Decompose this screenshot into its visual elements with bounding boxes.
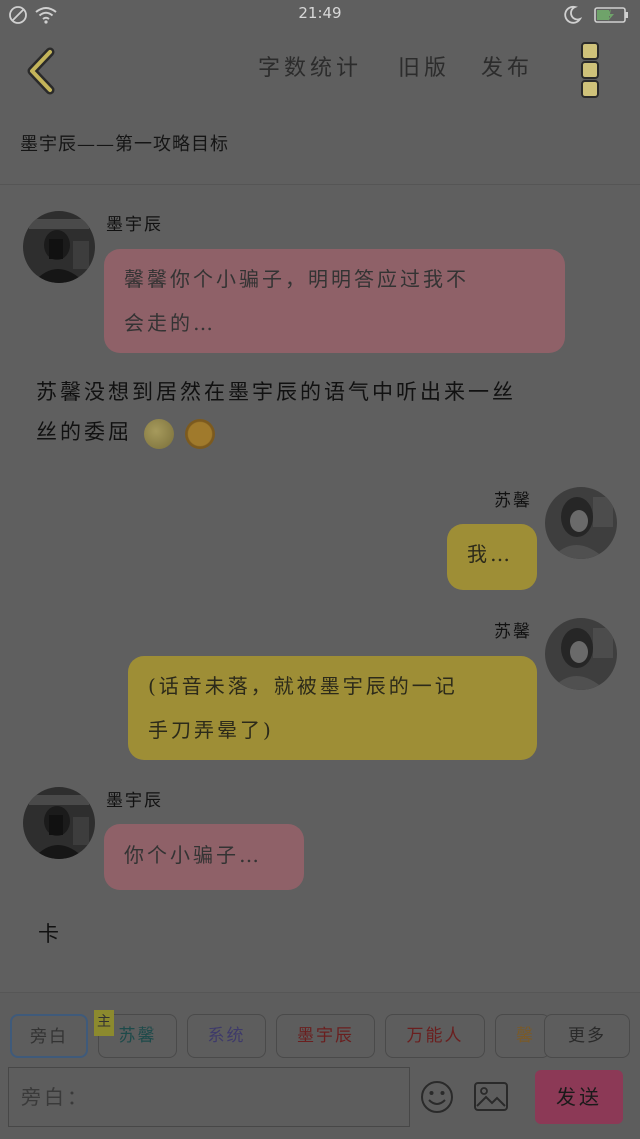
- story-title[interactable]: 墨宇辰——第一攻略目标: [20, 130, 229, 156]
- word-count-button[interactable]: 字数统计: [258, 50, 362, 82]
- narration-text[interactable]: 苏馨没想到居然在墨宇辰的语气中听出来一丝 丝的委屈: [36, 372, 616, 452]
- more-roles-button[interactable]: 更多: [544, 1014, 630, 1058]
- speaker-name: 苏馨: [494, 491, 532, 511]
- message-line: 我…: [467, 542, 513, 566]
- avatar-moyuchen[interactable]: [23, 211, 95, 283]
- message-bubble[interactable]: (话音未落，就被墨宇辰的一记 手刀弄晕了): [128, 656, 537, 760]
- speaker-name: 墨宇辰: [106, 791, 163, 811]
- moon-face-icon: [143, 418, 174, 449]
- message-line: 会走的…: [124, 311, 216, 335]
- message-bubble[interactable]: 你个小骗子…: [104, 824, 304, 890]
- old-version-button[interactable]: 旧版: [398, 50, 450, 82]
- send-button[interactable]: 发送: [535, 1070, 623, 1124]
- more-menu-button[interactable]: [576, 42, 602, 98]
- avatar-suxin[interactable]: [545, 618, 617, 690]
- role-tab-partial[interactable]: 馨: [495, 1014, 550, 1058]
- battery-charging-icon: [594, 7, 628, 23]
- narration-line: 丝的委屈: [36, 420, 132, 444]
- image-icon[interactable]: [474, 1082, 508, 1112]
- role-tab-narration[interactable]: 旁白: [10, 1014, 88, 1058]
- narration-text[interactable]: 卡: [38, 914, 62, 954]
- role-tab-system[interactable]: 系统: [187, 1014, 266, 1058]
- sun-face-icon: [185, 418, 216, 449]
- chevron-left-icon: [27, 47, 55, 95]
- back-button[interactable]: [20, 46, 64, 96]
- publish-button[interactable]: 发布: [481, 50, 533, 82]
- status-bar: 21:49: [0, 0, 640, 30]
- message-input[interactable]: [8, 1067, 410, 1127]
- message-bubble[interactable]: 我…: [447, 524, 537, 590]
- status-time: 21:49: [298, 4, 342, 22]
- message-line: (话音未落，就被墨宇辰的一记: [148, 674, 458, 698]
- main-role-badge: 主: [94, 1010, 114, 1036]
- message-line: 手刀弄晕了): [148, 718, 274, 742]
- moon-icon: [564, 5, 582, 24]
- message-line: 馨馨你个小骗子，明明答应过我不: [124, 267, 469, 291]
- narration-line: 苏馨没想到居然在墨宇辰的语气中听出来一丝: [36, 380, 516, 404]
- narration-line: 卡: [38, 922, 62, 946]
- message-line: 你个小骗子…: [124, 843, 262, 867]
- title-divider: [0, 184, 640, 185]
- avatar-moyuchen[interactable]: [23, 787, 95, 859]
- role-tab-wanneng[interactable]: 万能人: [385, 1014, 485, 1058]
- role-tab-moyuchen[interactable]: 墨宇辰: [276, 1014, 375, 1058]
- speaker-name: 墨宇辰: [106, 215, 163, 235]
- speaker-name: 苏馨: [494, 622, 532, 642]
- smiley-icon[interactable]: [420, 1080, 454, 1114]
- avatar-suxin[interactable]: [545, 487, 617, 559]
- message-bubble[interactable]: 馨馨你个小骗子，明明答应过我不 会走的…: [104, 249, 565, 353]
- top-bar: 字数统计 旧版 发布: [0, 30, 640, 110]
